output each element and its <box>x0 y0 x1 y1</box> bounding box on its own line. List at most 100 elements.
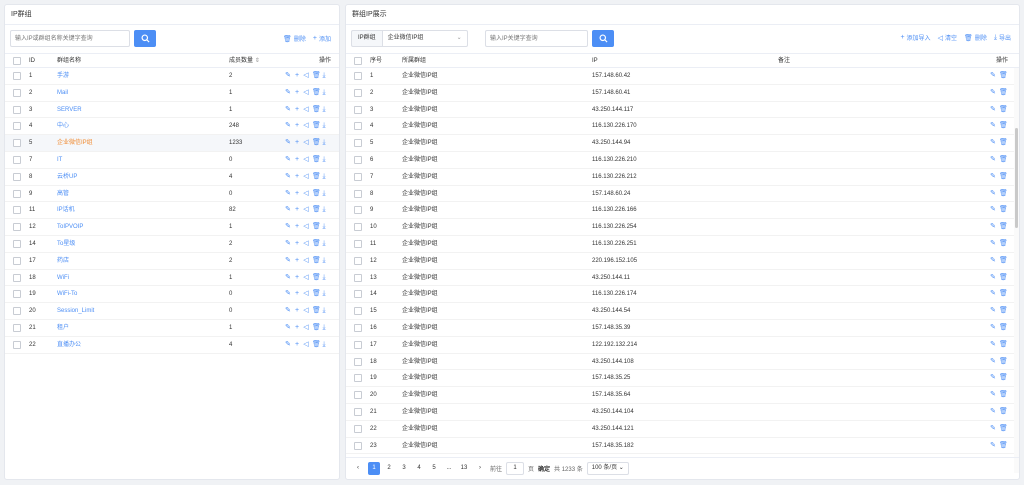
edit-icon[interactable]: ✎ <box>990 354 996 370</box>
table-row[interactable]: 8 云桥UP 4 ✎ + ◁ 🗑 ⤓ <box>5 169 339 186</box>
trash-icon[interactable]: 🗑 <box>312 118 321 134</box>
group-name-link[interactable]: IP话机 <box>57 202 75 218</box>
trash-icon[interactable]: 🗑 <box>999 169 1008 185</box>
row-checkbox[interactable] <box>13 206 21 215</box>
row-checkbox[interactable] <box>354 223 362 232</box>
plus-icon[interactable]: + <box>294 270 300 286</box>
table-row[interactable]: 22 直播办公 4 ✎ + ◁ 🗑 ⤓ <box>5 337 339 354</box>
trash-icon[interactable]: 🗑 <box>999 320 1008 336</box>
page-number[interactable]: 1 <box>368 462 380 475</box>
plus-icon[interactable]: + <box>294 219 300 235</box>
tag-icon[interactable]: ◁ <box>303 186 309 202</box>
trash-icon[interactable]: 🗑 <box>999 354 1008 370</box>
tag-icon[interactable]: ◁ <box>303 169 309 185</box>
trash-icon[interactable]: 🗑 <box>999 236 1008 252</box>
download-icon[interactable]: ⤓ <box>321 253 327 269</box>
group-name-link[interactable]: IT <box>57 152 62 168</box>
table-row[interactable]: 10 企业微信IP组 116.130.226.254 ✎ 🗑 <box>346 219 1019 236</box>
tag-icon[interactable]: ◁ <box>303 219 309 235</box>
edit-icon[interactable]: ✎ <box>990 387 996 403</box>
trash-icon[interactable]: 🗑 <box>312 337 321 353</box>
row-checkbox[interactable] <box>13 189 21 198</box>
tag-icon[interactable]: ◁ <box>303 85 309 101</box>
trash-icon[interactable]: 🗑 <box>999 286 1008 302</box>
table-row[interactable]: 14 企业微信IP组 116.130.226.174 ✎ 🗑 <box>346 286 1019 304</box>
row-checkbox[interactable] <box>354 105 362 114</box>
clear-button[interactable]: ◁ 清空 <box>938 33 957 43</box>
trash-icon[interactable]: 🗑 <box>312 253 321 269</box>
edit-icon[interactable]: ✎ <box>285 85 291 101</box>
group-name-link[interactable]: 高管 <box>57 186 69 202</box>
row-checkbox[interactable] <box>354 239 362 248</box>
row-checkbox[interactable] <box>354 391 362 400</box>
tag-icon[interactable]: ◁ <box>303 236 309 252</box>
edit-icon[interactable]: ✎ <box>990 169 996 185</box>
plus-icon[interactable]: + <box>294 85 300 101</box>
row-checkbox[interactable] <box>354 273 362 282</box>
plus-icon[interactable]: + <box>294 286 300 302</box>
edit-icon[interactable]: ✎ <box>990 152 996 168</box>
row-checkbox[interactable] <box>354 72 362 80</box>
group-name-link[interactable]: 云桥UP <box>57 169 77 185</box>
tag-icon[interactable]: ◁ <box>303 253 309 269</box>
trash-icon[interactable]: 🗑 <box>999 102 1008 118</box>
table-row[interactable]: 12 ToIPVOIP 1 ✎ + ◁ 🗑 ⤓ <box>5 219 339 236</box>
trash-icon[interactable]: 🗑 <box>999 253 1008 269</box>
trash-icon[interactable]: 🗑 <box>312 202 321 218</box>
trash-icon[interactable]: 🗑 <box>999 186 1008 202</box>
page-number[interactable]: 3 <box>398 462 410 475</box>
table-row[interactable]: 23 企业微信IP组 157.148.35.182 ✎ 🗑 <box>346 438 1019 455</box>
edit-icon[interactable]: ✎ <box>990 236 996 252</box>
download-icon[interactable]: ⤓ <box>321 219 327 235</box>
edit-icon[interactable]: ✎ <box>990 320 996 336</box>
row-checkbox[interactable] <box>13 323 21 332</box>
table-row[interactable]: 11 IP话机 82 ✎ + ◁ 🗑 ⤓ <box>5 202 339 220</box>
row-checkbox[interactable] <box>354 340 362 349</box>
plus-icon[interactable]: + <box>294 118 300 134</box>
edit-icon[interactable]: ✎ <box>990 202 996 218</box>
download-icon[interactable]: ⤓ <box>321 135 327 151</box>
prev-page-button[interactable]: ‹ <box>352 462 364 475</box>
edit-icon[interactable]: ✎ <box>990 186 996 202</box>
plus-icon[interactable]: + <box>294 169 300 185</box>
group-name-link[interactable]: WiFi <box>57 270 69 286</box>
group-name-link[interactable]: Session_Limit <box>57 303 94 319</box>
plus-icon[interactable]: + <box>294 303 300 319</box>
trash-icon[interactable]: 🗑 <box>999 421 1008 437</box>
edit-icon[interactable]: ✎ <box>285 236 291 252</box>
group-name-link[interactable]: SERVER <box>57 102 82 118</box>
group-name-link[interactable]: 手游 <box>57 68 69 84</box>
plus-icon[interactable]: + <box>294 236 300 252</box>
edit-icon[interactable]: ✎ <box>285 202 291 218</box>
trash-icon[interactable]: 🗑 <box>999 438 1008 454</box>
download-icon[interactable]: ⤓ <box>321 303 327 319</box>
goto-page-input[interactable]: 1 <box>506 462 525 475</box>
edit-icon[interactable]: ✎ <box>990 118 996 134</box>
edit-icon[interactable]: ✎ <box>285 118 291 134</box>
edit-icon[interactable]: ✎ <box>285 270 291 286</box>
row-checkbox[interactable] <box>354 407 362 416</box>
download-icon[interactable]: ⤓ <box>321 320 327 336</box>
trash-icon[interactable]: 🗑 <box>312 303 321 319</box>
table-row[interactable]: 20 企业微信IP组 157.148.35.64 ✎ 🗑 <box>346 387 1019 404</box>
plus-icon[interactable]: + <box>294 253 300 269</box>
edit-icon[interactable]: ✎ <box>990 135 996 151</box>
table-row[interactable]: 7 IT 0 ✎ + ◁ 🗑 ⤓ <box>5 152 339 169</box>
group-name-link[interactable]: To星级 <box>57 236 75 252</box>
table-row[interactable]: 1 手游 2 ✎ + ◁ 🗑 ⤓ <box>5 68 339 85</box>
row-checkbox[interactable] <box>13 256 21 265</box>
trash-icon[interactable]: 🗑 <box>312 186 321 202</box>
tag-icon[interactable]: ◁ <box>303 135 309 151</box>
table-row[interactable]: 21 租户 1 ✎ + ◁ 🗑 ⤓ <box>5 320 339 337</box>
tag-icon[interactable]: ◁ <box>303 286 309 302</box>
tag-icon[interactable]: ◁ <box>303 202 309 218</box>
group-name-link[interactable]: ToIPVOIP <box>57 219 83 235</box>
select-all-checkbox[interactable] <box>354 57 362 65</box>
table-row[interactable]: 14 To星级 2 ✎ + ◁ 🗑 ⤓ <box>5 236 339 253</box>
trash-icon[interactable]: 🗑 <box>999 404 1008 420</box>
tag-icon[interactable]: ◁ <box>303 68 309 84</box>
trash-icon[interactable]: 🗑 <box>999 219 1008 235</box>
table-row[interactable]: 18 WiFi 1 ✎ + ◁ 🗑 ⤓ <box>5 270 339 287</box>
table-row[interactable]: 15 企业微信IP组 43.250.144.54 ✎ 🗑 <box>346 303 1019 320</box>
plus-icon[interactable]: + <box>294 320 300 336</box>
